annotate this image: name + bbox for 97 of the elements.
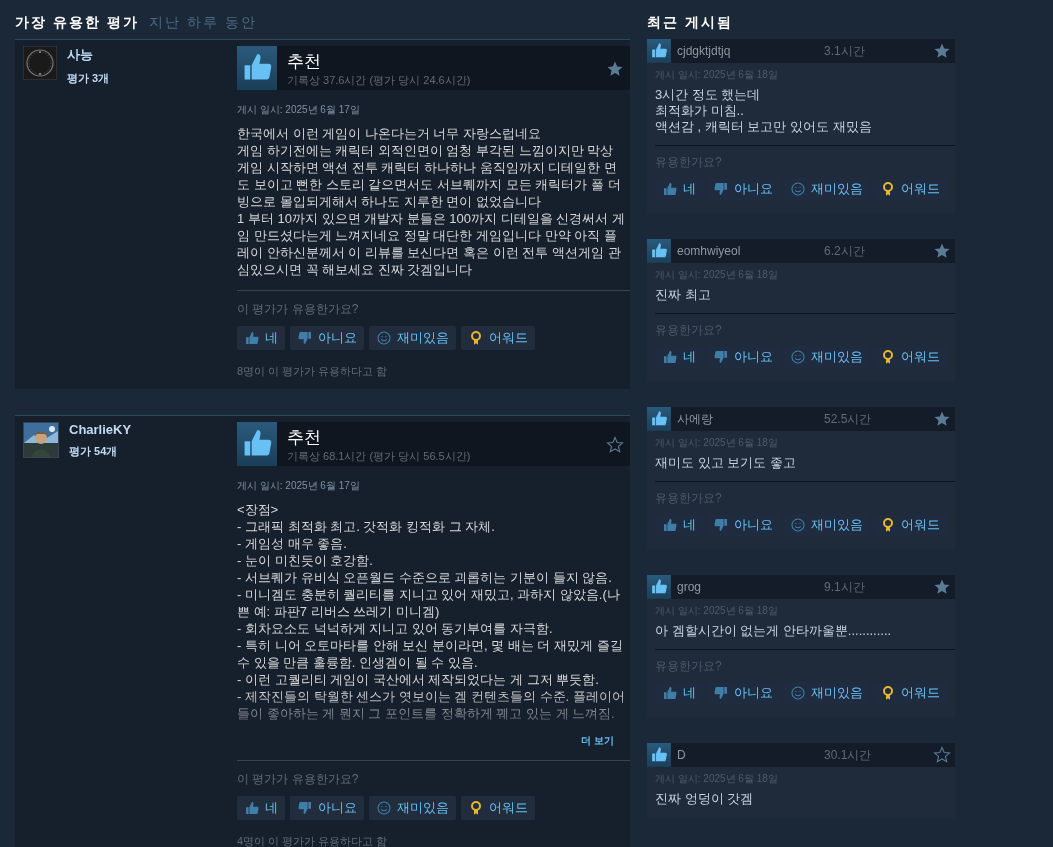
- review-text: <장점> - 그래픽 최적화 최고. 갓적화 킹적화 그 자체. - 게임성 매우 좋음. - 눈이 미친듯이 호강함. - 서브퀘가 유비식 오픈월드 수준으로 괴롭히는 기분이 들지 않음. - 미니겜도 충분히 퀄리티를 지니고 있어 재밌고, 과하지 않았음.(나쁜 예: 파판7 리버스 쓰레기 미니겜) - 회차요소도 넉넉하게 지니고 있어 동기부여를 자극함. - 특히 니어 오토마타를 안해 보신 분이라면, 몇 배는 더 재밌게 즐길 수 있을 만큼 훌륭함. 인생겜이 될 수 있음. - 이런 고퀄리티 게임이 국산에서 제작되었다는 게 그저 뿌듯함. - 제작진들의 탁월한 센스가 엿보이는 겜 컨텐츠들의 수준. 플레이어들이 좋아하는 게 뭔지 그 포인트를 정확하게 꿰고 있는 게 느껴짐.: [237, 501, 626, 722]
- vote-button[interactable]: 재미있음: [369, 796, 456, 820]
- vote-button[interactable]: 어워드: [461, 796, 535, 820]
- vote-button[interactable]: 아니요: [706, 514, 780, 536]
- star-icon[interactable]: [933, 410, 951, 428]
- read-more-link[interactable]: 더 보기: [581, 735, 614, 746]
- vote-button[interactable]: 어워드: [461, 326, 535, 350]
- author-name[interactable]: 사능: [67, 46, 110, 64]
- playtime: 기록상 37.6시간 (평가 당시 24.6시간): [287, 73, 472, 88]
- playtime: 52.5시간: [824, 410, 873, 428]
- vote-button[interactable]: 어워드: [873, 178, 947, 200]
- vote-button[interactable]: 아니요: [706, 346, 780, 368]
- review-text: 재미도 있고 보기도 좋고: [655, 455, 797, 471]
- review-text: 진짜 최고: [655, 287, 712, 303]
- thumbs-down-icon: [713, 517, 729, 533]
- smiley-icon: [790, 181, 806, 197]
- vote-button[interactable]: 재미있음: [783, 682, 870, 704]
- vote-button[interactable]: 어워드: [873, 514, 947, 536]
- thumbs-up-icon: [237, 422, 277, 466]
- smiley-icon: [790, 685, 806, 701]
- thumbs-up-icon: [237, 46, 277, 90]
- smiley-icon: [790, 349, 806, 365]
- review-text: 3시간 정도 했는데 최적화가 미침.. 액션감 , 캐릭터 보고만 있어도 재밌음: [655, 87, 873, 135]
- review-text: 한국에서 이런 게임이 나온다는거 너무 자랑스럽네요 게임 하기전에는 캐릭터 외적인면이 엄청 부각된 느낌이지만 막상 게임 시작하면 액션 전투 캐릭터 하나하나 움직임까지 디테일한 면도 보이고 뻔한 스토리 같으면서도 서브퀘까지 모든 캐릭터가 풀 더빙으로 몰입되게해서 하나도 지루한 면이 없었습니다 1 부터 10까지 있으면 개발자 분들은 100까지 디테일을 신경써서 게임 만드셨다는게 느껴지네요 정말 대단한 게임입니다 만약 아직 플레이 안하신분께서 이 리뷰를 보신다면 혹은 이런 전투 액션게임 관심있으시면 꼭 해보세요 진짜 갓겜입니다: [237, 125, 626, 278]
- thumbs-up-icon: [647, 39, 671, 63]
- review-count: 평가 54개: [69, 444, 119, 459]
- author-name[interactable]: 사에랑: [671, 410, 824, 428]
- review-count: 평가 3개: [67, 71, 110, 86]
- vote-button[interactable]: 네: [655, 346, 703, 368]
- author-name[interactable]: CharlieKY: [69, 422, 132, 437]
- vote-button[interactable]: 네: [237, 326, 285, 350]
- helpful-count: 8명이 이 평가가 유용하다고 함: [237, 364, 389, 379]
- verdict: 추천: [287, 51, 322, 73]
- helpful-prompt: 이 평가가 유용한가요?: [237, 771, 360, 788]
- vote-button[interactable]: 아니요: [290, 326, 364, 350]
- vote-button[interactable]: 아니요: [706, 682, 780, 704]
- review-text: 아 겜할시간이 없는게 안타까울뿐............: [655, 623, 893, 639]
- thumbs-up-icon: [662, 517, 678, 533]
- smiley-icon: [376, 800, 392, 816]
- vote-button[interactable]: 어워드: [873, 346, 947, 368]
- helpful-count: 4명이 이 평가가 유용하다고 함: [237, 834, 389, 847]
- award-icon: [880, 181, 896, 197]
- thumbs-up-icon: [647, 743, 671, 767]
- vote-button[interactable]: 아니요: [290, 796, 364, 820]
- thumbs-down-icon: [713, 181, 729, 197]
- helpful-prompt: 이 평가가 유용한가요?: [237, 301, 360, 318]
- thumbs-up-icon: [244, 800, 260, 816]
- playtime: 기록상 68.1시간 (평가 당시 56.5시간): [287, 449, 472, 464]
- vote-button[interactable]: 재미있음: [369, 326, 456, 350]
- verdict: 추천: [287, 427, 322, 449]
- thumbs-down-icon: [713, 349, 729, 365]
- award-icon: [468, 800, 484, 816]
- posted-date: 게시 일시: 2025년 6월 17일: [237, 103, 361, 117]
- award-icon: [880, 349, 896, 365]
- author-name[interactable]: grog: [671, 580, 824, 594]
- vote-button[interactable]: 재미있음: [783, 514, 870, 536]
- thumbs-down-icon: [297, 800, 313, 816]
- thumbs-up-icon: [662, 181, 678, 197]
- award-icon: [468, 330, 484, 346]
- playtime: 3.1시간: [824, 42, 866, 60]
- star-icon[interactable]: [606, 60, 624, 78]
- vote-button[interactable]: 재미있음: [783, 178, 870, 200]
- award-icon: [880, 685, 896, 701]
- author-name[interactable]: eomhwiyeol: [671, 244, 824, 258]
- star-icon[interactable]: [933, 242, 951, 260]
- author-name[interactable]: D: [671, 748, 824, 762]
- star-icon[interactable]: [933, 42, 951, 60]
- thumbs-up-icon: [647, 575, 671, 599]
- review-text: 진짜 엉덩이 갓겜: [655, 791, 755, 807]
- vote-button[interactable]: 네: [655, 178, 703, 200]
- playtime: 9.1시간: [824, 578, 866, 596]
- thumbs-up-icon: [662, 349, 678, 365]
- star-icon[interactable]: [606, 436, 624, 454]
- author-name[interactable]: cjdgktjdtjq: [671, 44, 824, 58]
- avatar-icon: [23, 46, 57, 80]
- section-title: 최근 게시됨: [647, 14, 733, 32]
- vote-button[interactable]: 아니요: [706, 178, 780, 200]
- section-title: 가장 유용한 평가: [15, 14, 139, 32]
- posted-date: 게시 일시: 2025년 6월 17일: [237, 479, 361, 493]
- star-icon[interactable]: [933, 578, 951, 596]
- thumbs-down-icon: [297, 330, 313, 346]
- award-icon: [880, 517, 896, 533]
- smiley-icon: [790, 517, 806, 533]
- thumbs-up-icon: [662, 685, 678, 701]
- vote-button[interactable]: 네: [655, 514, 703, 536]
- thumbs-up-icon: [647, 407, 671, 431]
- vote-button[interactable]: 어워드: [873, 682, 947, 704]
- thumbs-up-icon: [244, 330, 260, 346]
- thumbs-down-icon: [713, 685, 729, 701]
- thumbs-up-icon: [647, 239, 671, 263]
- playtime: 30.1시간: [824, 746, 873, 764]
- vote-button[interactable]: 재미있음: [783, 346, 870, 368]
- vote-button[interactable]: 네: [237, 796, 285, 820]
- vote-button[interactable]: 네: [655, 682, 703, 704]
- smiley-icon: [376, 330, 392, 346]
- star-icon[interactable]: [933, 746, 951, 764]
- playtime: 6.2시간: [824, 242, 866, 260]
